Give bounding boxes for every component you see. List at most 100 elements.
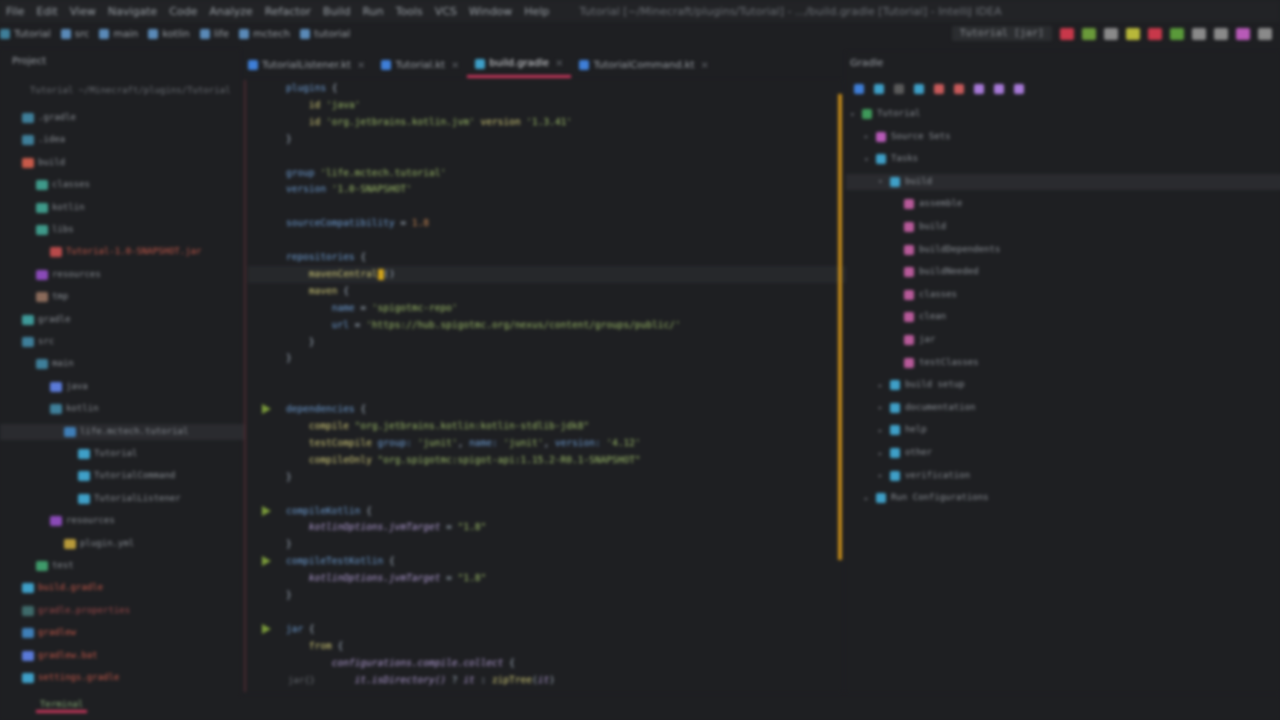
gradle-tree-item[interactable]: ▸ Run Configurations [864,490,989,506]
tree-item[interactable]: gradlew [22,625,76,641]
menu-item-navigate[interactable]: Navigate [102,5,163,18]
gradle-tree-item[interactable]: buildNeeded [892,264,979,280]
menu-item-run[interactable]: Run [357,5,390,18]
expand-arrow-icon[interactable]: ▾ [864,155,872,164]
menu-item-code[interactable]: Code [163,5,203,18]
tree-item[interactable]: tmp [36,289,68,305]
menu-item-refactor[interactable]: Refactor [259,5,317,18]
tree-item[interactable]: main [36,356,74,372]
breadcrumb-item[interactable]: mctech [238,29,290,40]
close-icon[interactable]: × [701,60,709,71]
breadcrumb-item[interactable]: Tutorial [0,29,51,40]
gradle-tool-icon[interactable] [1014,84,1024,94]
expand-arrow-icon[interactable]: ▸ [878,426,886,435]
expand-arrow-icon[interactable]: ▾ [850,110,858,119]
gradle-tool-icon[interactable] [974,84,984,94]
menu-item-vcs[interactable]: VCS [429,5,463,18]
toolbar-button-icon[interactable] [1126,27,1140,40]
tree-item[interactable]: .idea [22,132,65,148]
toolbar-button-icon[interactable] [1104,27,1118,40]
tree-item[interactable]: gradle [22,312,71,328]
gradle-tree-item[interactable]: ▾ build [846,173,1280,190]
tree-item[interactable]: resources [36,267,101,283]
expand-arrow-icon[interactable]: ▸ [878,403,886,412]
toolbar-button-icon[interactable] [1082,27,1096,40]
tree-item[interactable]: kotlin [50,401,99,417]
gradle-tool-icon[interactable] [854,84,864,94]
gradle-tree-item[interactable]: assemble [892,196,962,212]
breadcrumb-item[interactable]: kotlin [148,29,190,40]
gradle-tree-item[interactable]: build [892,219,946,235]
breadcrumb-item[interactable]: tutorial [300,29,350,40]
gradle-tree-item[interactable]: buildDependents [892,242,1000,258]
gradle-tool-icon[interactable] [954,84,964,94]
gradle-tree-item[interactable]: testClasses [892,355,979,371]
tree-item[interactable]: gradle.properties [22,603,130,619]
gradle-tree-item[interactable]: jar [892,332,935,348]
breadcrumb-item[interactable]: src [60,29,89,40]
tree-item[interactable]: kotlin [36,200,85,216]
tree-item[interactable]: src [22,334,54,350]
close-icon[interactable]: × [357,60,365,71]
gradle-tree-item[interactable]: classes [892,287,957,303]
menu-item-view[interactable]: View [64,5,102,18]
tree-item[interactable]: resources [50,513,115,529]
code-editor[interactable]: plugins { id 'java' id 'org.jetbrains.ko… [244,80,880,692]
tree-item[interactable]: TutorialCommand [78,468,175,484]
menu-item-file[interactable]: File [0,5,30,18]
gradle-tree-item[interactable]: ▸ documentation [878,400,975,416]
run-config-selector[interactable]: Tutorial [jar] [951,26,1052,41]
gradle-tool-icon[interactable] [914,84,924,94]
expand-arrow-icon[interactable]: ▸ [878,381,886,390]
expand-arrow-icon[interactable]: ▸ [878,449,886,458]
gradle-tree-item[interactable]: ▸ other [878,445,932,461]
tree-item[interactable]: Tutorial [78,446,137,462]
editor-tab[interactable]: Tutorial.kt × [373,54,467,76]
gradle-tree-item[interactable]: ▸ Source Sets [864,129,951,145]
gradle-tool-icon[interactable] [994,84,1004,94]
toolbar-button-icon[interactable] [1214,27,1228,40]
menu-item-build[interactable]: Build [317,5,357,18]
toolbar-button-icon[interactable] [1192,27,1206,40]
tree-item[interactable]: TutorialListener [78,491,181,507]
gradle-tree-item[interactable]: ▸ verification [878,468,970,484]
tree-item[interactable]: .gradle [22,110,76,126]
menu-item-window[interactable]: Window [463,5,518,18]
toolbar-button-icon[interactable] [1060,27,1074,40]
tree-item[interactable]: test [36,558,74,574]
close-icon[interactable]: × [555,58,563,69]
expand-arrow-icon[interactable]: ▸ [878,471,886,480]
run-gutter-icon[interactable] [262,623,271,634]
close-icon[interactable]: × [451,60,459,71]
run-gutter-icon[interactable] [262,404,271,415]
expand-arrow-icon[interactable]: ▾ [878,177,886,186]
toolbar-button-icon[interactable] [1148,27,1162,40]
gradle-tree-item[interactable]: clean [892,309,946,325]
gradle-tool-icon[interactable] [894,84,904,94]
run-gutter-icon[interactable] [262,505,271,516]
expand-arrow-icon[interactable]: ▸ [864,494,872,503]
gradle-tree-item[interactable]: ▸ build setup [878,377,965,393]
toolbar-button-icon[interactable] [1258,27,1272,40]
tree-item[interactable]: plugin.yml [64,536,134,552]
gradle-tool-icon[interactable] [934,84,944,94]
tree-item[interactable]: gradlew.bat [22,648,98,664]
run-gutter-icon[interactable] [262,556,271,567]
menu-item-analyze[interactable]: Analyze [203,5,258,18]
tree-item[interactable]: libs [36,222,74,238]
editor-tab[interactable]: build.gradle × [467,53,572,78]
tree-item[interactable]: build.gradle [22,580,103,596]
editor-tab[interactable]: TutorialListener.kt × [240,54,373,76]
editor-breadcrumb[interactable]: jar{} [288,676,315,686]
menu-item-help[interactable]: Help [518,5,555,18]
breadcrumb-item[interactable]: life [199,29,229,40]
menu-item-tools[interactable]: Tools [390,5,429,18]
tree-item[interactable]: classes [36,177,90,193]
menu-item-edit[interactable]: Edit [30,5,63,18]
toolbar-button-icon[interactable] [1170,27,1184,40]
gradle-tool-icon[interactable] [874,84,884,94]
toolbar-button-icon[interactable] [1236,27,1250,40]
breadcrumb-item[interactable]: main [99,29,138,40]
terminal-tab[interactable]: Terminal [36,700,88,713]
gradle-tree-item[interactable]: ▾ Tasks [864,151,918,167]
